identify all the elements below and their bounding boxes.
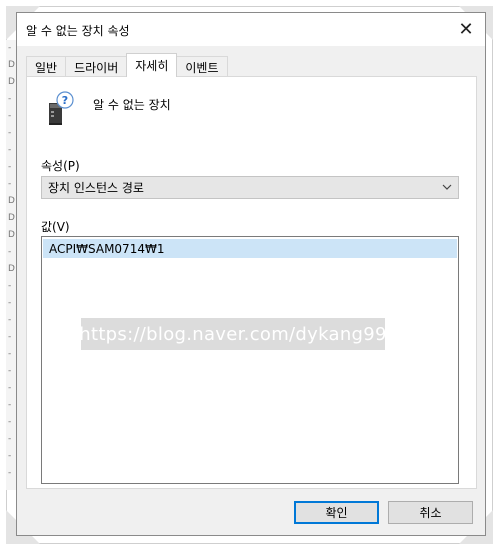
value-listbox[interactable]: ACPI₩SAM0714₩1 — [41, 236, 459, 484]
window-title: 알 수 없는 장치 속성 — [26, 24, 130, 38]
tab-bar: 일반 드라이버 자세히 이벤트 — [26, 53, 228, 77]
watermark: https://blog.naver.com/dykang99 — [79, 318, 386, 350]
ok-button[interactable]: 확인 — [294, 501, 379, 524]
close-icon: ✕ — [458, 19, 474, 40]
tab-general[interactable]: 일반 — [26, 56, 67, 77]
title-bar: 알 수 없는 장치 속성 ✕ — [17, 13, 485, 46]
list-item[interactable]: ACPI₩SAM0714₩1 — [43, 239, 457, 258]
details-panel: ? 알 수 없는 장치 속성(P) 장치 인스턴스 경로 값(V) ACPI₩S… — [26, 76, 477, 489]
value-label: 값(V) — [41, 220, 70, 234]
close-button[interactable]: ✕ — [447, 13, 485, 46]
chevron-down-icon — [442, 181, 452, 196]
property-dropdown[interactable]: 장치 인스턴스 경로 — [41, 176, 459, 199]
property-selected-value: 장치 인스턴스 경로 — [48, 181, 144, 195]
cancel-button[interactable]: 취소 — [388, 501, 473, 524]
unknown-device-icon: ? — [45, 91, 75, 127]
properties-dialog: 알 수 없는 장치 속성 ✕ 일반 드라이버 자세히 이벤트 ? 알 수 없는 … — [16, 12, 486, 536]
property-label: 속성(P) — [41, 159, 80, 173]
screenshot-frame: -DD------DDD-D------------ 알 수 없는 장치 속성 … — [0, 0, 499, 550]
svg-text:?: ? — [62, 94, 68, 107]
tab-events[interactable]: 이벤트 — [176, 56, 228, 77]
tab-driver[interactable]: 드라이버 — [65, 56, 128, 77]
tab-details[interactable]: 자세히 — [126, 53, 178, 77]
device-name: 알 수 없는 장치 — [93, 98, 171, 112]
